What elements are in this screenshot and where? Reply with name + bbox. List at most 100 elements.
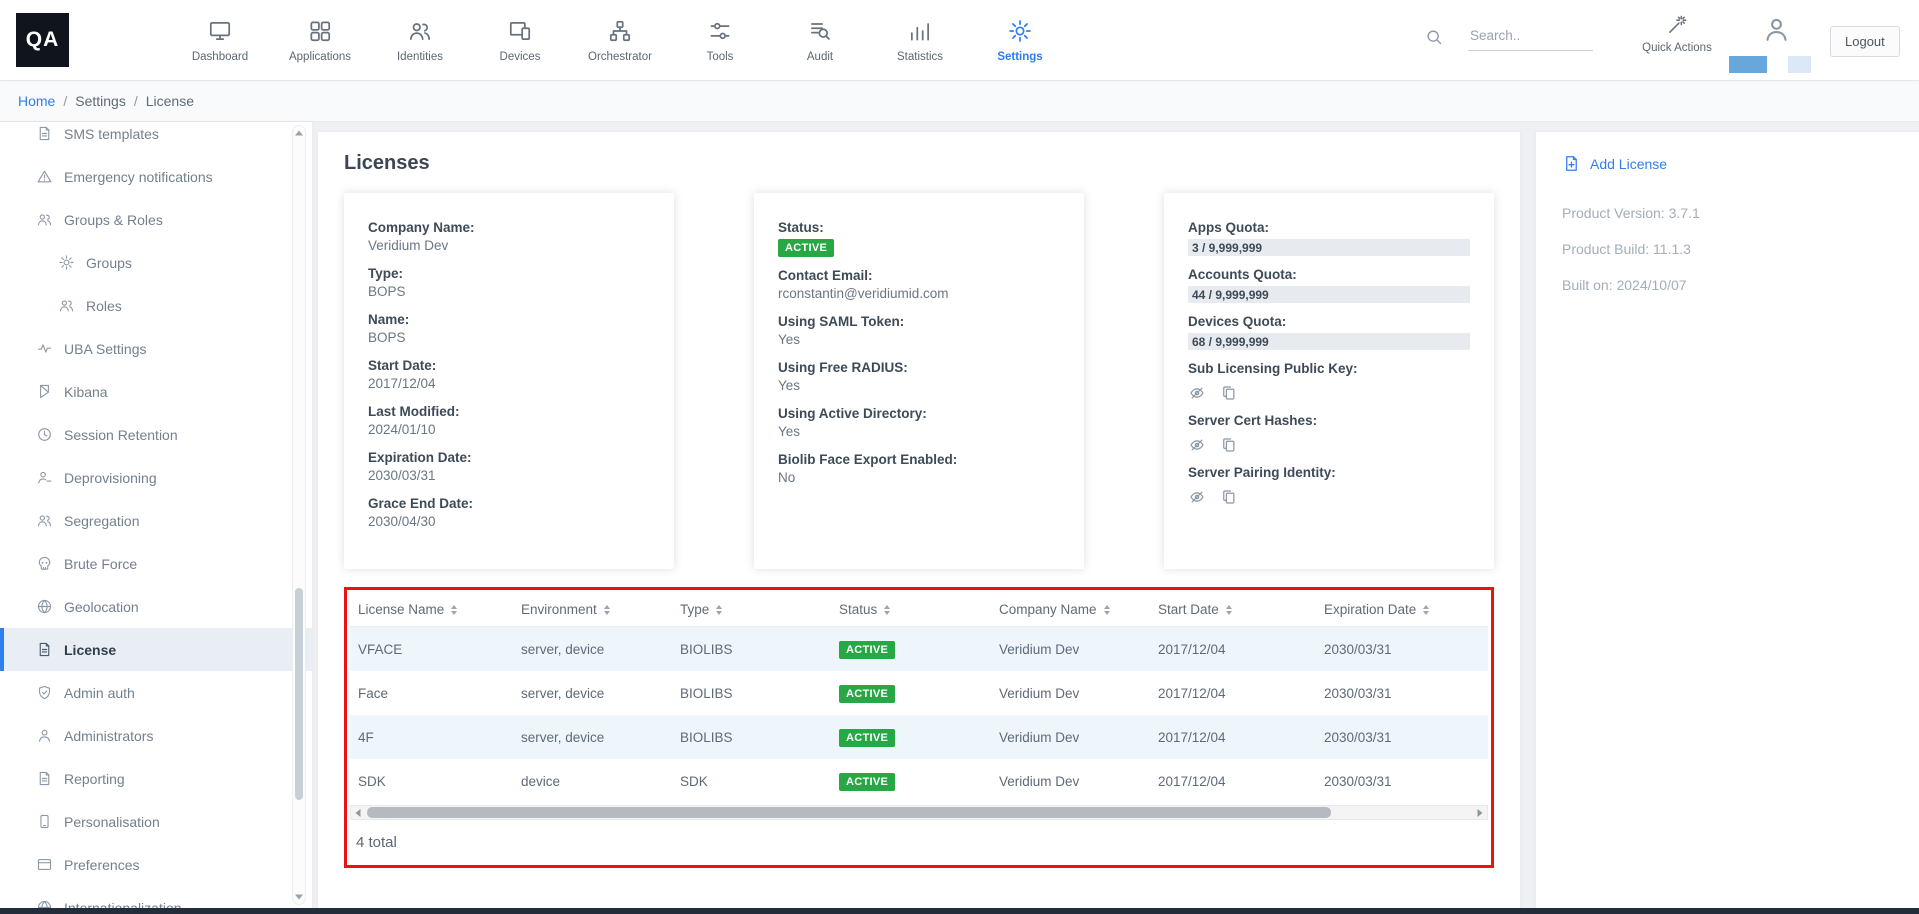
- nav-identities[interactable]: Identities: [370, 0, 470, 80]
- field-label: Biolib Face Export Enabled:: [778, 451, 1060, 469]
- add-license-button[interactable]: Add License: [1562, 154, 1893, 173]
- avatar-icon[interactable]: [1761, 14, 1792, 45]
- person-icon: [36, 727, 53, 744]
- nav-dashboard[interactable]: Dashboard: [170, 0, 270, 80]
- column-header-license-name[interactable]: License Name: [350, 593, 513, 627]
- field-value: rconstantin@veridiumid.com: [778, 285, 1060, 303]
- sidebar-item-segregation[interactable]: Segregation: [0, 499, 312, 542]
- apps-quota-bar: 3 / 9,999,999: [1188, 239, 1470, 256]
- nav-statistics[interactable]: Statistics: [870, 0, 970, 80]
- sidebar-item-reporting[interactable]: Reporting: [0, 757, 312, 800]
- eye-off-icon[interactable]: [1188, 488, 1206, 506]
- breadcrumb-home[interactable]: Home: [18, 93, 55, 109]
- table-row[interactable]: 4F server, device BIOLIBS ACTIVE Veridiu…: [350, 715, 1488, 759]
- license-icon: [36, 641, 53, 658]
- cell-environment: server, device: [513, 715, 672, 759]
- column-header-status[interactable]: Status: [831, 593, 991, 627]
- scrollbar-track[interactable]: [365, 806, 1473, 819]
- copy-icon[interactable]: [1220, 384, 1238, 402]
- quota-field: Apps Quota: 3 / 9,999,999: [1188, 219, 1470, 256]
- column-header-environment[interactable]: Environment: [513, 593, 672, 627]
- field-label: Using SAML Token:: [778, 313, 1060, 331]
- skull-icon: [36, 555, 53, 572]
- sidebar-item-personalisation[interactable]: Personalisation: [0, 800, 312, 843]
- sidebar-item-admin-auth[interactable]: Admin auth: [0, 671, 312, 714]
- column-header-type[interactable]: Type: [672, 593, 831, 627]
- info-field: Grace End Date: 2030/04/30: [368, 495, 650, 531]
- sidebar-item-groups-roles[interactable]: Groups & Roles: [0, 198, 312, 241]
- logout-button[interactable]: Logout: [1830, 26, 1900, 57]
- license-info-panel: Add License Product Version: 3.7.1 Produ…: [1536, 132, 1919, 908]
- column-header-start-date[interactable]: Start Date: [1150, 593, 1316, 627]
- sidebar-item-session-retention[interactable]: Session Retention: [0, 413, 312, 456]
- quota-field: Accounts Quota: 44 / 9,999,999: [1188, 266, 1470, 303]
- info-field: Using SAML Token: Yes: [778, 313, 1060, 349]
- clock-icon: [36, 426, 53, 443]
- table-row[interactable]: SDK device SDK ACTIVE Veridium Dev 2017/…: [350, 759, 1488, 803]
- sidebar-item-groups[interactable]: Groups: [0, 241, 312, 284]
- column-header-expiration-date[interactable]: Expiration Date: [1316, 593, 1488, 627]
- scroll-left-arrow[interactable]: [351, 806, 365, 819]
- scroll-down-arrow[interactable]: [293, 890, 305, 904]
- sidebar-item-preferences[interactable]: Preferences: [0, 843, 312, 886]
- red-highlight-box: License Name Environment Type Status Com…: [344, 587, 1494, 868]
- sidebar-item-kibana[interactable]: Kibana: [0, 370, 312, 413]
- quick-actions-button[interactable]: Quick Actions: [1638, 13, 1716, 54]
- field-label: Start Date:: [368, 357, 650, 375]
- eye-off-icon[interactable]: [1188, 436, 1206, 454]
- sidebar-item-license[interactable]: License: [0, 628, 312, 671]
- audit-icon: [807, 18, 833, 44]
- tools-icon: [707, 18, 733, 44]
- search-input[interactable]: [1468, 26, 1593, 51]
- sort-icon: [716, 605, 722, 615]
- nav-devices[interactable]: Devices: [470, 0, 570, 80]
- nav-applications[interactable]: Applications: [270, 0, 370, 80]
- app-window: QA Dashboard Applications Identities Dev…: [0, 0, 1919, 914]
- sidebar-item-internationalization[interactable]: Internationalization: [0, 886, 312, 908]
- sidebar-item-uba-settings[interactable]: UBA Settings: [0, 327, 312, 370]
- table-row[interactable]: VFACE server, device BIOLIBS ACTIVE Veri…: [350, 627, 1488, 672]
- field-label: Accounts Quota:: [1188, 266, 1470, 284]
- column-header-company-name[interactable]: Company Name: [991, 593, 1150, 627]
- table-header-row: License Name Environment Type Status Com…: [350, 593, 1488, 627]
- breadcrumb-settings[interactable]: Settings: [75, 93, 126, 109]
- field-label: Grace End Date:: [368, 495, 650, 513]
- sidebar-item-deprovisioning[interactable]: Deprovisioning: [0, 456, 312, 499]
- copy-icon[interactable]: [1220, 436, 1238, 454]
- sidebar-item-emergency-notifications[interactable]: Emergency notifications: [0, 155, 312, 198]
- sidebar-item-administrators[interactable]: Administrators: [0, 714, 312, 757]
- app-logo[interactable]: QA: [16, 13, 69, 67]
- sort-icon: [604, 605, 610, 615]
- sidebar-item-roles[interactable]: Roles: [0, 284, 312, 327]
- cell-status: ACTIVE: [831, 627, 991, 672]
- scroll-right-arrow[interactable]: [1473, 806, 1487, 819]
- secret-actions: [1188, 384, 1470, 402]
- main-nav: Dashboard Applications Identities Device…: [170, 0, 1070, 80]
- sidebar-scrollbar[interactable]: [292, 125, 306, 905]
- cell-type: BIOLIBS: [672, 627, 831, 672]
- sidebar-item-geolocation[interactable]: Geolocation: [0, 585, 312, 628]
- info-field: Status: ACTIVE: [778, 219, 1060, 257]
- nav-tools[interactable]: Tools: [670, 0, 770, 80]
- table-row[interactable]: Face server, device BIOLIBS ACTIVE Verid…: [350, 671, 1488, 715]
- sidebar-item-brute-force[interactable]: Brute Force: [0, 542, 312, 585]
- nav-settings[interactable]: Settings: [970, 0, 1070, 80]
- table-horizontal-scrollbar[interactable]: [350, 805, 1488, 820]
- table-scrollbar-thumb[interactable]: [367, 807, 1331, 818]
- cell-type: BIOLIBS: [672, 715, 831, 759]
- nav-label: Identities: [397, 51, 443, 63]
- copy-icon[interactable]: [1220, 488, 1238, 506]
- field-value: 2024/01/10: [368, 421, 650, 439]
- eye-off-icon[interactable]: [1188, 384, 1206, 402]
- cell-start-date: 2017/12/04: [1150, 759, 1316, 803]
- nav-orchestrator[interactable]: Orchestrator: [570, 0, 670, 80]
- sidebar-scrollbar-thumb[interactable]: [295, 588, 303, 800]
- people-icon: [58, 297, 75, 314]
- cell-environment: server, device: [513, 671, 672, 715]
- field-value: Veridium Dev: [368, 237, 650, 255]
- nav-audit[interactable]: Audit: [770, 0, 870, 80]
- scroll-up-arrow[interactable]: [293, 126, 305, 140]
- sidebar-item-sms-templates[interactable]: SMS templates: [0, 122, 312, 155]
- search-icon: [1424, 27, 1444, 47]
- preferences-icon: [36, 856, 53, 873]
